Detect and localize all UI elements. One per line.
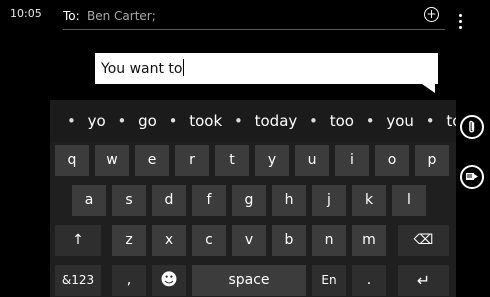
recipient-value[interactable]: Ben Carter;	[87, 9, 156, 23]
key-o[interactable]: o	[375, 145, 409, 176]
send-icon[interactable]	[460, 165, 484, 189]
key-m[interactable]: m	[352, 225, 386, 256]
to-label: To:	[63, 9, 80, 23]
suggestion-2[interactable]: go	[138, 112, 157, 130]
text-caret	[183, 59, 185, 76]
language-key[interactable]: En	[312, 265, 346, 296]
comma-key[interactable]: ,	[112, 265, 146, 296]
key-q[interactable]: q	[55, 145, 89, 176]
key-s[interactable]: s	[112, 185, 146, 216]
suggestion-3[interactable]: took	[189, 112, 222, 130]
key-d[interactable]: d	[152, 185, 186, 216]
key-l[interactable]: l	[392, 185, 426, 216]
key-u[interactable]: u	[295, 145, 329, 176]
numbers-key[interactable]: &123	[55, 265, 101, 296]
key-f[interactable]: f	[192, 185, 226, 216]
key-v[interactable]: v	[232, 225, 266, 256]
status-time: 10:05	[10, 7, 42, 20]
suggestion-5[interactable]: too	[330, 112, 354, 130]
key-w[interactable]: w	[95, 145, 129, 176]
messaging-screen: 10:05 To: Ben Carter; + You want to • yo…	[0, 0, 490, 297]
suggestion-6[interactable]: you	[386, 112, 414, 130]
period-key[interactable]: .	[352, 265, 386, 296]
key-t[interactable]: t	[215, 145, 249, 176]
word-suggestions-bar: • yo • go • took • today • too • you • t…	[50, 100, 456, 142]
enter-key[interactable]: ↵	[398, 265, 449, 296]
suggestion-7[interactable]: top	[446, 112, 456, 130]
more-vertical-icon[interactable]	[458, 14, 464, 36]
key-k[interactable]: k	[352, 185, 386, 216]
key-r[interactable]: r	[175, 145, 209, 176]
suggestion-4[interactable]: today	[255, 112, 298, 130]
space-key[interactable]: space	[192, 265, 306, 296]
paperclip-icon[interactable]	[460, 115, 484, 139]
key-b[interactable]: b	[272, 225, 306, 256]
key-x[interactable]: x	[152, 225, 186, 256]
shift-key[interactable]: ↑	[55, 225, 101, 256]
key-g[interactable]: g	[232, 185, 266, 216]
emoji-key[interactable]: ☻	[152, 265, 186, 296]
message-compose-bubble[interactable]: You want to	[95, 53, 438, 84]
message-text: You want to	[101, 61, 183, 77]
backspace-key[interactable]: ⌫	[398, 225, 449, 256]
add-contact-icon[interactable]: +	[424, 7, 439, 22]
key-a[interactable]: a	[72, 185, 106, 216]
key-c[interactable]: c	[192, 225, 226, 256]
key-p[interactable]: p	[415, 145, 449, 176]
key-j[interactable]: j	[312, 185, 346, 216]
soft-keyboard: • yo • go • took • today • too • you • t…	[50, 100, 456, 297]
key-z[interactable]: z	[112, 225, 146, 256]
key-e[interactable]: e	[135, 145, 169, 176]
key-i[interactable]: i	[335, 145, 369, 176]
suggestion-1[interactable]: yo	[88, 112, 106, 130]
bubble-tail	[422, 84, 435, 93]
key-n[interactable]: n	[312, 225, 346, 256]
recipient-field[interactable]: To: Ben Carter; +	[63, 7, 445, 30]
key-h[interactable]: h	[272, 185, 306, 216]
key-y[interactable]: y	[255, 145, 289, 176]
